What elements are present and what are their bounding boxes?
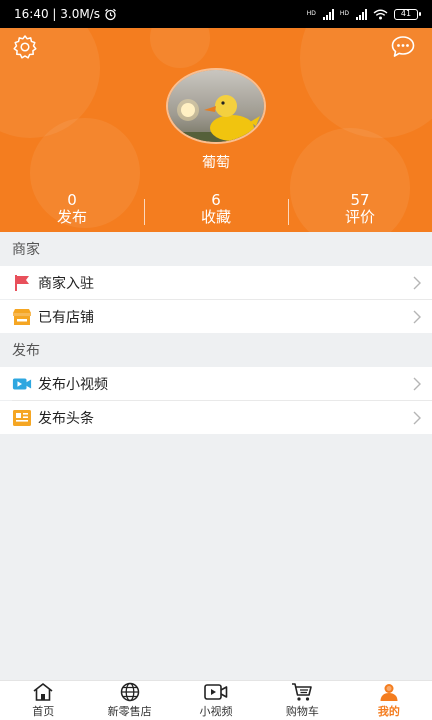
alarm-icon [105, 8, 116, 20]
chevron-right-icon [402, 276, 432, 290]
profile-header: 葡萄 0 发布 6 收藏 57 评价 [0, 28, 432, 232]
existing-store-item[interactable]: 已有店铺 [0, 300, 432, 333]
publish-news-label: 发布头条 [38, 410, 94, 427]
tab-short-video-label: 小视频 [199, 705, 233, 718]
cart-icon [291, 682, 313, 702]
publish-news-item[interactable]: 发布头条 [0, 401, 432, 434]
chevron-right-icon [402, 377, 432, 391]
tab-new-retail-store[interactable]: 新零售店 [86, 681, 172, 720]
user-icon [379, 682, 399, 702]
avatar[interactable] [166, 68, 266, 144]
tab-mine[interactable]: 我的 [346, 681, 432, 720]
publish-video-label: 发布小视频 [38, 376, 108, 393]
message-button[interactable] [388, 32, 418, 62]
stat-favorites[interactable]: 6 收藏 [144, 192, 288, 232]
tab-home[interactable]: 首页 [0, 681, 86, 720]
tab-cart-label: 购物车 [285, 705, 319, 718]
merchant-join-item[interactable]: 商家入驻 [0, 266, 432, 299]
stat-posts-value: 0 [67, 191, 77, 209]
status-bar: 16:40 | 3.0M/s HD HD 41 [0, 0, 432, 28]
flag-icon [12, 273, 32, 293]
wifi-icon [373, 9, 388, 19]
stat-divider [288, 199, 289, 225]
stats-row: 0 发布 6 收藏 57 评价 [0, 192, 432, 232]
globe-icon [120, 682, 140, 702]
home-icon [32, 682, 54, 702]
bottom-tab-bar: 首页 新零售店 小视频 购物车 我的 [0, 680, 432, 720]
existing-store-label: 已有店铺 [38, 309, 94, 326]
video-play-icon [204, 682, 228, 702]
store-icon [12, 307, 32, 327]
battery-icon: 41 [394, 8, 421, 20]
tab-mine-label: 我的 [377, 705, 400, 718]
tab-cart[interactable]: 购物车 [259, 681, 345, 720]
signal-icon-2 [356, 8, 367, 20]
tab-short-video[interactable]: 小视频 [173, 681, 259, 720]
stat-posts-label: 发布 [56, 208, 87, 226]
stat-favorites-value: 6 [211, 191, 221, 209]
stat-reviews[interactable]: 57 评价 [288, 192, 432, 232]
avatar-duck-image [168, 70, 264, 142]
news-icon [12, 408, 32, 428]
network-label: HD [306, 10, 316, 17]
status-left: 16:40 | 3.0M/s [14, 7, 117, 21]
gear-icon [13, 35, 37, 59]
merchant-join-label: 商家入驻 [38, 275, 94, 292]
signal-icon [322, 8, 334, 20]
stat-reviews-label: 评价 [344, 208, 375, 226]
chevron-right-icon [402, 411, 432, 425]
network-label-2: HD [339, 10, 349, 17]
time-speed-text: 16:40 | 3.0M/s [14, 7, 100, 21]
status-right: HD HD 41 [306, 8, 421, 20]
stat-reviews-value: 57 [350, 191, 370, 209]
stat-posts[interactable]: 0 发布 [0, 192, 144, 232]
video-icon [12, 374, 32, 394]
tab-home-label: 首页 [32, 705, 55, 718]
chat-bubble-icon [391, 36, 415, 57]
username: 葡萄 [202, 155, 230, 171]
section-title-merchant: 商家 [12, 242, 40, 258]
stat-divider [144, 199, 145, 225]
settings-button[interactable] [10, 32, 40, 62]
section-title-publish: 发布 [12, 343, 40, 359]
chevron-right-icon [402, 310, 432, 324]
tab-new-retail-store-label: 新零售店 [107, 705, 152, 718]
publish-video-item[interactable]: 发布小视频 [0, 367, 432, 400]
stat-favorites-label: 收藏 [200, 208, 231, 226]
